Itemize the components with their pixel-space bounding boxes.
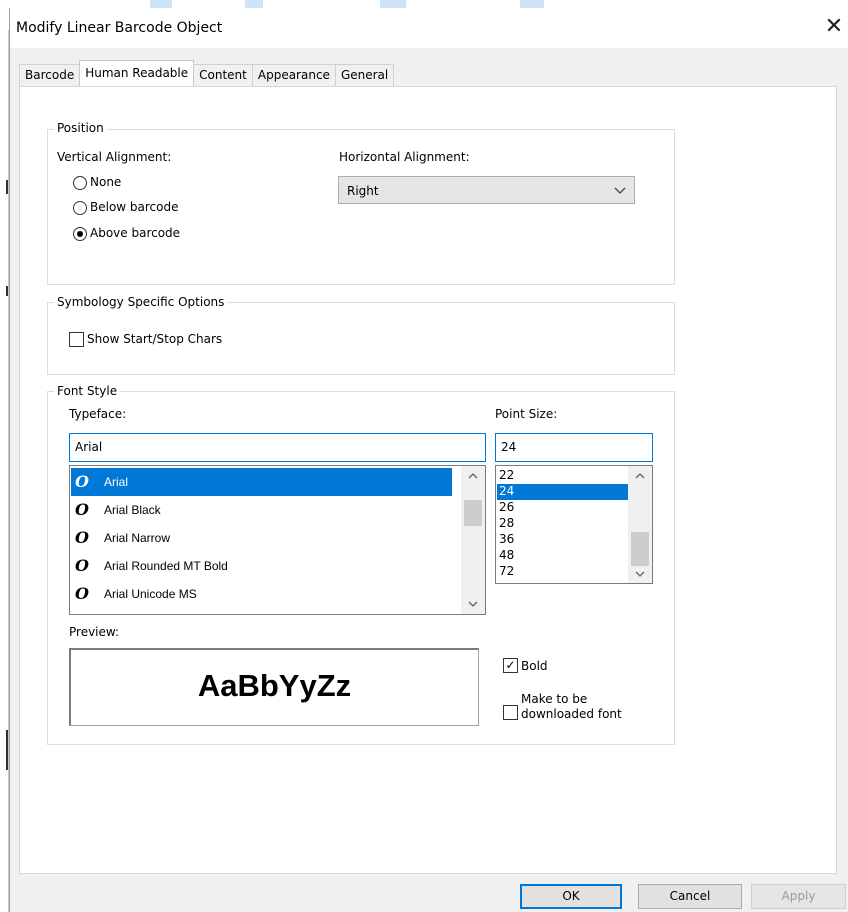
preview-sample-text: AaBbYyZz <box>197 668 352 703</box>
point-size-label: Point Size: <box>495 407 558 421</box>
scroll-up-icon[interactable] <box>628 468 652 484</box>
background-app-edge <box>0 30 9 912</box>
scroll-down-icon[interactable] <box>461 596 485 612</box>
truetype-font-icon: O <box>75 528 89 547</box>
scroll-thumb[interactable] <box>464 500 482 526</box>
typeface-scrollbar[interactable] <box>461 466 485 614</box>
radio-none-label[interactable]: None <box>90 175 121 189</box>
apply-button[interactable]: Apply <box>751 884 846 909</box>
close-icon[interactable]: ✕ <box>819 12 848 42</box>
list-item[interactable]: 72 <box>497 564 628 580</box>
horizontal-alignment-value: Right <box>347 184 379 198</box>
font-style-group-label: Font Style <box>54 384 121 398</box>
tab-general[interactable]: General <box>334 64 395 86</box>
list-item[interactable]: O Arial Narrow <box>71 524 452 552</box>
point-size-list[interactable]: 22 24 26 28 36 48 72 <box>495 465 653 584</box>
tab-panel-human-readable: Position Vertical Alignment: None Below … <box>19 86 837 874</box>
tab-barcode[interactable]: Barcode <box>19 64 81 86</box>
point-size-input[interactable]: 24 <box>495 433 653 462</box>
window-title: Modify Linear Barcode Object <box>16 20 223 36</box>
list-item[interactable]: 48 <box>497 548 628 564</box>
radio-below-barcode[interactable] <box>73 201 87 215</box>
list-item[interactable]: O Arial Unicode MS <box>71 580 452 608</box>
tab-content[interactable]: Content <box>193 64 253 86</box>
show-start-stop-checkbox[interactable] <box>69 332 84 347</box>
font-preview: AaBbYyZz <box>69 648 479 726</box>
typeface-list[interactable]: O Arial O Arial Black O Arial Narrow O A… <box>69 465 486 615</box>
typeface-input-value: Arial <box>75 440 103 454</box>
list-item[interactable]: 28 <box>497 516 628 532</box>
list-item[interactable]: O Arial <box>71 468 452 496</box>
downloaded-font-checkbox[interactable] <box>503 705 518 720</box>
list-item[interactable]: 26 <box>497 500 628 516</box>
title-bar: Modify Linear Barcode Object ✕ <box>10 8 848 48</box>
cancel-button[interactable]: Cancel <box>638 884 742 909</box>
scroll-up-icon[interactable] <box>461 468 485 484</box>
preview-label: Preview: <box>69 625 120 639</box>
vertical-alignment-label: Vertical Alignment: <box>57 150 172 164</box>
scroll-down-icon[interactable] <box>628 566 652 582</box>
horizontal-alignment-label: Horizontal Alignment: <box>339 150 470 164</box>
scroll-thumb[interactable] <box>631 532 649 566</box>
downloaded-font-label-line1[interactable]: Make to be <box>521 692 587 706</box>
chevron-down-icon <box>614 187 626 194</box>
bold-checkbox[interactable]: ✓ <box>503 658 518 673</box>
background-app-strip <box>0 0 848 8</box>
point-size-input-value: 24 <box>501 440 517 454</box>
truetype-font-icon: O <box>75 584 89 603</box>
radio-above-barcode[interactable] <box>73 227 87 241</box>
radio-none[interactable] <box>73 176 87 190</box>
list-item[interactable]: O Arial Black <box>71 496 452 524</box>
position-group-label: Position <box>54 121 107 135</box>
ok-button[interactable]: OK <box>520 884 622 909</box>
point-size-scrollbar[interactable] <box>628 466 652 583</box>
typeface-input[interactable]: Arial <box>69 433 486 462</box>
tab-appearance[interactable]: Appearance <box>251 64 336 86</box>
downloaded-font-label-line2[interactable]: downloaded font <box>521 707 622 721</box>
list-item[interactable]: 36 <box>497 532 628 548</box>
truetype-font-icon: O <box>75 472 89 491</box>
radio-below-barcode-label[interactable]: Below barcode <box>90 200 179 214</box>
symbology-group-label: Symbology Specific Options <box>54 295 228 309</box>
list-item[interactable]: O Arial Rounded MT Bold <box>71 552 452 580</box>
radio-above-barcode-label[interactable]: Above barcode <box>90 226 180 240</box>
truetype-font-icon: O <box>75 556 89 575</box>
typeface-label: Typeface: <box>69 407 127 421</box>
list-item[interactable]: 24 <box>497 484 628 500</box>
show-start-stop-label[interactable]: Show Start/Stop Chars <box>87 332 222 346</box>
truetype-font-icon: O <box>75 500 89 519</box>
tab-strip: Barcode Human Readable Content Appearanc… <box>19 60 395 86</box>
bold-label[interactable]: Bold <box>521 659 548 673</box>
tab-human-readable[interactable]: Human Readable <box>79 60 195 86</box>
modify-barcode-dialog: Modify Linear Barcode Object ✕ Barcode H… <box>9 8 848 912</box>
horizontal-alignment-select[interactable]: Right <box>338 176 635 204</box>
list-item[interactable]: 22 <box>497 468 628 484</box>
